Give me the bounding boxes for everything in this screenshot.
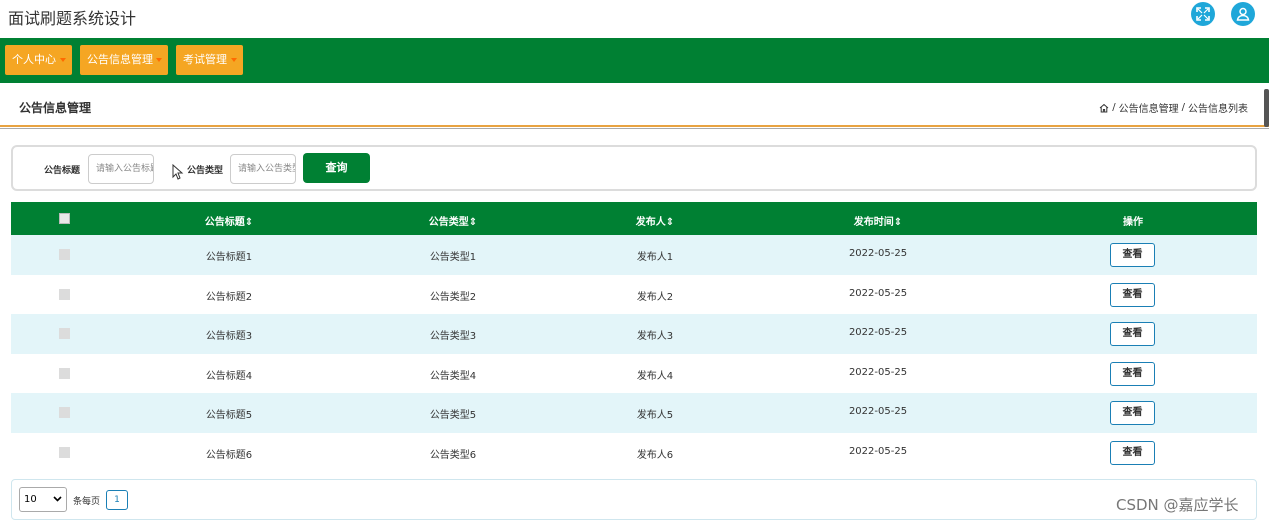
breadcrumb: / 公告信息管理 / 公告信息列表 [1099, 100, 1248, 115]
page-title: 公告信息管理 [19, 101, 92, 115]
row-checkbox[interactable] [59, 249, 70, 260]
cell-title: 公告标题4 [205, 370, 253, 382]
column-header-action: 操作 [1123, 217, 1143, 228]
cell-publisher: 发布人1 [636, 252, 674, 263]
row-checkbox[interactable] [59, 407, 70, 419]
cell-type: 公告类型6 [429, 450, 477, 461]
header-divider [0, 128, 1269, 129]
scrollbar[interactable] [1264, 89, 1269, 127]
cell-publisher: 发布人6 [636, 450, 674, 461]
user-icon [1236, 7, 1250, 21]
table-header: 公告标题⇕ 公告类型⇕ 发布人⇕ 发布时间⇕ 操作 [11, 202, 1257, 235]
caret-down-icon [231, 58, 237, 62]
cell-time: 2022-05-25 [848, 366, 908, 378]
nav-item-notice-management[interactable]: 公告信息管理 [80, 45, 168, 75]
column-header-type[interactable]: 公告类型⇕ [429, 213, 477, 228]
title-search-input[interactable] [88, 154, 154, 184]
cell-title: 公告标题3 [205, 331, 253, 343]
type-search-input[interactable] [230, 154, 296, 184]
table-row: 公告标题2 公告类型2 发布人2 2022-05-25 查看 [11, 275, 1257, 315]
cell-publisher: 发布人2 [636, 291, 674, 303]
table-row: 公告标题6 公告类型6 发布人6 2022-05-25 查看 [11, 433, 1257, 473]
cell-type: 公告类型1 [429, 252, 477, 263]
cell-title: 公告标题6 [205, 450, 253, 461]
view-button[interactable]: 查看 [1110, 361, 1155, 386]
per-page-label: 条每页 [73, 497, 101, 507]
cell-title: 公告标题5 [205, 410, 253, 422]
pagination: 10 条每页 1 [11, 479, 1257, 520]
page-header: 公告信息管理 / 公告信息管理 / 公告信息列表 [0, 83, 1269, 125]
view-button[interactable]: 查看 [1110, 441, 1155, 465]
nav-item-label: 个人中心 [12, 53, 56, 66]
cell-time: 2022-05-25 [848, 327, 908, 339]
mouse-cursor-icon [172, 164, 184, 180]
header-divider [0, 125, 1269, 127]
user-menu-button[interactable] [1231, 2, 1255, 26]
cell-publisher: 发布人3 [636, 331, 674, 343]
page-size-select[interactable]: 10 [19, 487, 67, 512]
cell-time: 2022-05-25 [848, 446, 908, 457]
row-checkbox[interactable] [59, 367, 70, 379]
breadcrumb-separator: / [1112, 102, 1116, 113]
table-row: 公告标题4 公告类型4 发布人4 2022-05-25 查看 [11, 354, 1257, 394]
column-header-title[interactable]: 公告标题⇕ [205, 213, 253, 228]
cell-type: 公告类型4 [429, 370, 477, 382]
cell-time: 2022-05-25 [848, 248, 908, 259]
view-button[interactable]: 查看 [1110, 401, 1155, 426]
sort-icon: ⇕ [244, 217, 254, 228]
app-header: 面试刷题系统设计 [0, 0, 1269, 38]
search-panel: 公告标题 公告类型 查询 [11, 145, 1257, 191]
table-row: 公告标题5 公告类型5 发布人5 2022-05-25 查看 [11, 393, 1257, 433]
caret-down-icon [156, 58, 162, 62]
cell-publisher: 发布人4 [636, 370, 674, 382]
cell-time: 2022-05-25 [848, 406, 908, 418]
search-button[interactable]: 查询 [303, 153, 370, 183]
cell-title: 公告标题2 [205, 291, 253, 303]
sort-icon: ⇕ [665, 217, 675, 228]
cell-type: 公告类型2 [429, 291, 477, 303]
cell-type: 公告类型3 [429, 331, 477, 343]
page-number-button[interactable]: 1 [106, 490, 128, 510]
caret-down-icon [60, 58, 66, 62]
main-nav: 个人中心 公告信息管理 考试管理 [0, 38, 1269, 83]
table-row: 公告标题1 公告类型1 发布人1 2022-05-25 查看 [11, 235, 1257, 275]
row-checkbox[interactable] [59, 328, 70, 340]
breadcrumb-item[interactable]: 公告信息管理 [1119, 100, 1179, 115]
select-all-checkbox[interactable] [59, 213, 70, 224]
cell-title: 公告标题1 [205, 252, 253, 263]
fullscreen-button[interactable] [1191, 2, 1215, 26]
watermark: CSDN @嘉应学长 [1116, 496, 1239, 514]
title-search-label: 公告标题 [44, 166, 81, 176]
view-button[interactable]: 查看 [1110, 243, 1155, 267]
breadcrumb-item: 公告信息列表 [1188, 104, 1248, 115]
nav-item-exam-management[interactable]: 考试管理 [176, 45, 243, 75]
cell-time: 2022-05-25 [848, 287, 908, 299]
sort-icon: ⇕ [893, 217, 903, 228]
column-header-time[interactable]: 发布时间⇕ [854, 213, 902, 228]
nav-item-personal-center[interactable]: 个人中心 [5, 45, 72, 75]
nav-item-label: 公告信息管理 [87, 53, 153, 66]
sort-icon: ⇕ [468, 217, 478, 228]
table-row: 公告标题3 公告类型3 发布人3 2022-05-25 查看 [11, 314, 1257, 354]
type-search-label: 公告类型 [187, 166, 224, 176]
cell-publisher: 发布人5 [636, 410, 674, 422]
row-checkbox[interactable] [59, 447, 70, 458]
nav-item-label: 考试管理 [183, 53, 227, 66]
chevron-down-icon [53, 496, 62, 502]
row-checkbox[interactable] [59, 288, 70, 300]
view-button[interactable]: 查看 [1110, 282, 1155, 307]
cell-type: 公告类型5 [429, 410, 477, 422]
view-button[interactable]: 查看 [1110, 322, 1155, 347]
fullscreen-icon [1196, 7, 1210, 21]
column-header-publisher[interactable]: 发布人⇕ [636, 213, 674, 228]
home-icon[interactable] [1099, 103, 1109, 113]
app-title: 面试刷题系统设计 [8, 9, 137, 28]
breadcrumb-separator: / [1181, 102, 1185, 113]
